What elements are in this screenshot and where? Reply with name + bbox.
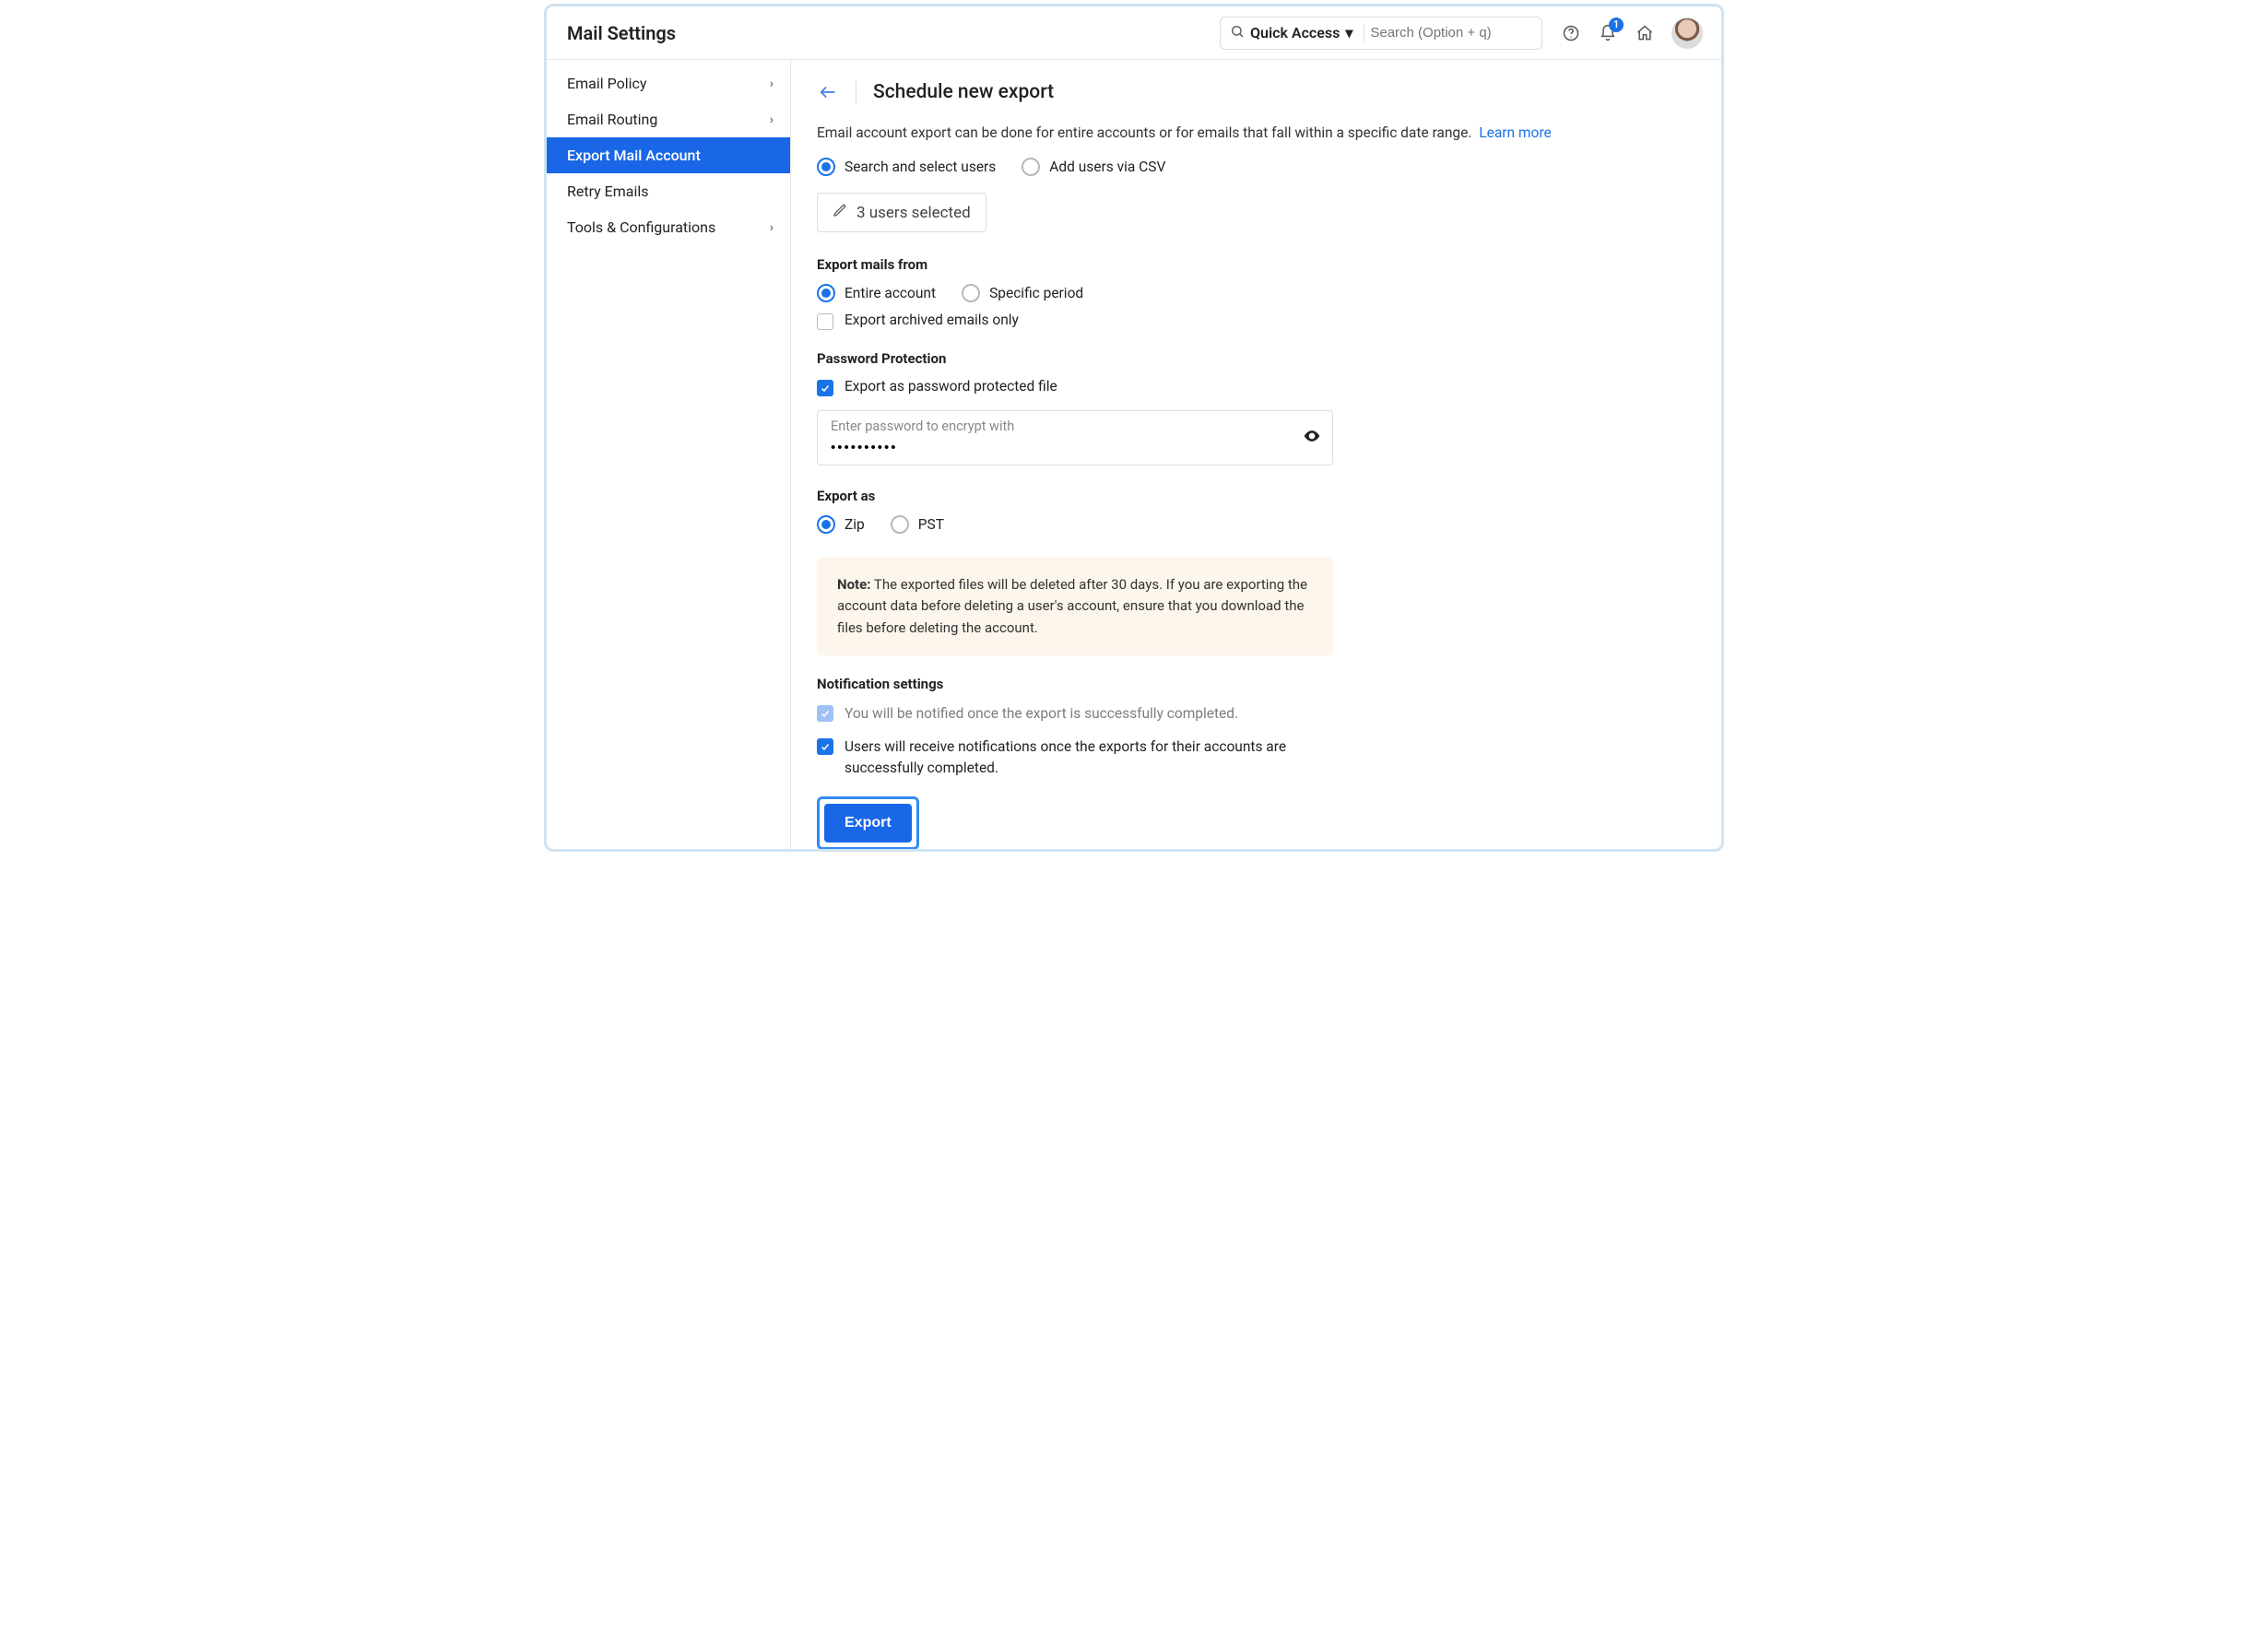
learn-more-link[interactable]: Learn more: [1479, 124, 1551, 141]
export-button-highlight: Export: [817, 796, 919, 849]
note-box: Note: The exported files will be deleted…: [817, 558, 1333, 655]
password-field-label: Enter password to encrypt with: [831, 418, 1319, 434]
checkbox-users-notify[interactable]: Users will receive notifications once th…: [817, 736, 1695, 778]
search-icon: [1230, 24, 1245, 42]
pencil-icon: [833, 203, 847, 222]
home-icon[interactable]: [1635, 23, 1655, 43]
checkbox-label: You will be notified once the export is …: [845, 703, 1238, 724]
checkbox-archived-only[interactable]: Export archived emails only: [817, 312, 1019, 330]
sidebar-item-label: Email Routing: [567, 111, 657, 128]
caret-down-icon: ▾: [1345, 24, 1353, 41]
quick-access-label[interactable]: Quick Access: [1250, 24, 1340, 41]
radio-add-users-csv[interactable]: Add users via CSV: [1022, 158, 1165, 176]
export-from-label: Export mails from: [817, 256, 1695, 273]
sidebar-item-retry-emails[interactable]: Retry Emails: [547, 173, 790, 209]
checkbox-label: Export archived emails only: [845, 312, 1019, 328]
sidebar-item-label: Retry Emails: [567, 183, 649, 200]
password-field[interactable]: Enter password to encrypt with: [817, 410, 1333, 465]
quick-access-search[interactable]: Quick Access ▾: [1220, 17, 1542, 50]
users-selected-button[interactable]: 3 users selected: [817, 193, 986, 232]
password-input[interactable]: [831, 440, 1270, 455]
eye-icon[interactable]: [1303, 427, 1321, 449]
sidebar-item-email-routing[interactable]: Email Routing ›: [547, 101, 790, 137]
radio-label: Entire account: [845, 285, 936, 301]
export-button[interactable]: Export: [824, 804, 912, 842]
radio-label: PST: [918, 516, 944, 533]
radio-search-select-users[interactable]: Search and select users: [817, 158, 996, 176]
page-title: Schedule new export: [873, 81, 1054, 103]
chevron-right-icon: ›: [770, 112, 774, 127]
radio-specific-period[interactable]: Specific period: [962, 284, 1083, 302]
checkbox-password-protected[interactable]: Export as password protected file: [817, 378, 1057, 396]
radio-label: Zip: [845, 516, 865, 533]
sidebar-item-label: Tools & Configurations: [567, 218, 715, 236]
users-selected-label: 3 users selected: [856, 204, 971, 222]
sidebar-item-email-policy[interactable]: Email Policy ›: [547, 65, 790, 101]
sidebar-item-export-mail-account[interactable]: Export Mail Account: [547, 137, 790, 173]
app-title: Mail Settings: [567, 22, 676, 44]
radio-label: Specific period: [989, 285, 1083, 301]
checkbox-label: Export as password protected file: [845, 378, 1057, 395]
sidebar-item-label: Export Mail Account: [567, 147, 701, 164]
help-icon[interactable]: [1561, 23, 1581, 43]
page-description: Email account export can be done for ent…: [817, 124, 1471, 141]
radio-label: Add users via CSV: [1049, 159, 1165, 175]
chevron-right-icon: ›: [770, 220, 774, 235]
avatar[interactable]: [1671, 18, 1703, 49]
checkbox-self-notify: You will be notified once the export is …: [817, 703, 1695, 724]
sidebar-item-tools-config[interactable]: Tools & Configurations ›: [547, 209, 790, 245]
notification-settings-label: Notification settings: [817, 676, 1695, 692]
note-prefix: Note:: [837, 576, 870, 593]
radio-pst[interactable]: PST: [891, 515, 944, 534]
password-protection-label: Password Protection: [817, 350, 1695, 367]
sidebar-item-label: Email Policy: [567, 75, 646, 92]
notification-badge: 1: [1609, 18, 1624, 32]
sidebar: Email Policy › Email Routing › Export Ma…: [547, 60, 791, 849]
back-arrow-icon[interactable]: [817, 81, 839, 103]
radio-zip[interactable]: Zip: [817, 515, 865, 534]
checkbox-label: Users will receive notifications once th…: [845, 736, 1324, 778]
radio-label: Search and select users: [845, 159, 996, 175]
note-text: The exported files will be deleted after…: [837, 576, 1307, 636]
radio-entire-account[interactable]: Entire account: [817, 284, 936, 302]
chevron-right-icon: ›: [770, 77, 774, 91]
export-as-label: Export as: [817, 488, 1695, 504]
bell-icon[interactable]: 1: [1598, 23, 1618, 43]
search-input[interactable]: [1370, 25, 1527, 41]
